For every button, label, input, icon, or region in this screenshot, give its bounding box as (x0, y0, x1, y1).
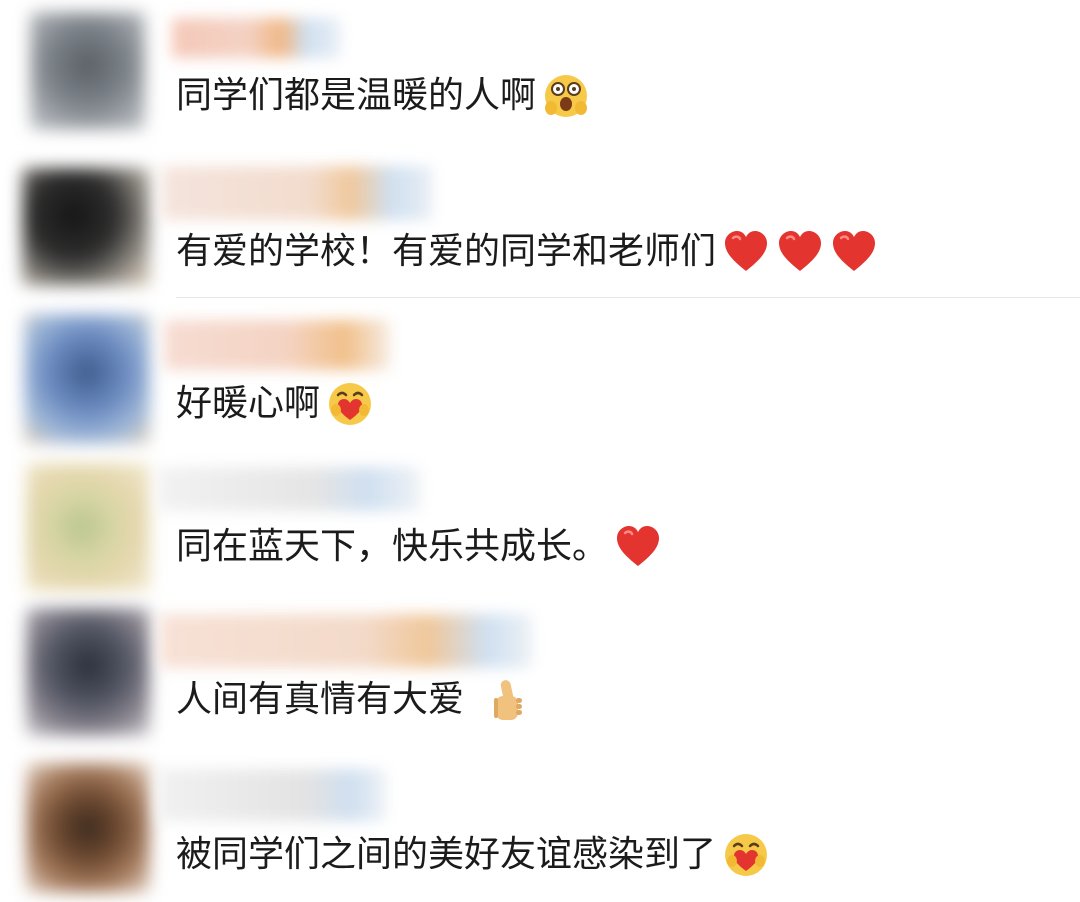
comment-item: 有爱的学校！有爱的同学和老师们 (0, 150, 1080, 298)
avatar[interactable] (26, 608, 150, 736)
heart-icon (617, 526, 660, 566)
username[interactable] (172, 18, 340, 58)
username[interactable] (158, 467, 420, 511)
comment-text: 同在蓝天下，快乐共成长。 (176, 526, 609, 567)
comment-item: 同在蓝天下，快乐共成长。 (0, 455, 1080, 595)
username[interactable] (160, 614, 532, 668)
comment-item: 同学们都是温暖的人啊 (0, 0, 1080, 150)
username[interactable] (158, 769, 386, 821)
comment-text: 被同学们之间的美好友谊感染到了 (176, 834, 717, 875)
face-hugging-heart-icon (329, 383, 372, 425)
comment-text: 同学们都是温暖的人啊 (176, 75, 537, 116)
comment-item: 被同学们之间的美好友谊感染到了 (0, 755, 1080, 902)
comment-text: 好暖心啊 (176, 383, 321, 424)
avatar[interactable] (30, 12, 145, 130)
comment-item: 好暖心啊 (0, 300, 1080, 450)
username[interactable] (164, 320, 390, 370)
comment-text: 有爱的学校！有爱的同学和老师们 (176, 231, 717, 272)
heart-icon (725, 231, 768, 271)
divider (176, 297, 1080, 298)
thumbs-up-icon (494, 680, 523, 720)
comment-text: 人间有真情有大爱 (176, 679, 465, 720)
avatar[interactable] (26, 463, 150, 591)
avatar[interactable] (22, 168, 150, 286)
heart-icon (779, 231, 822, 271)
username[interactable] (162, 166, 432, 220)
face-scream-icon (545, 75, 588, 117)
face-hugging-heart-icon (725, 834, 768, 876)
avatar[interactable] (24, 314, 150, 444)
comment-item: 人间有真情有大爱 (0, 600, 1080, 750)
heart-icon (833, 231, 876, 271)
avatar[interactable] (26, 763, 150, 893)
